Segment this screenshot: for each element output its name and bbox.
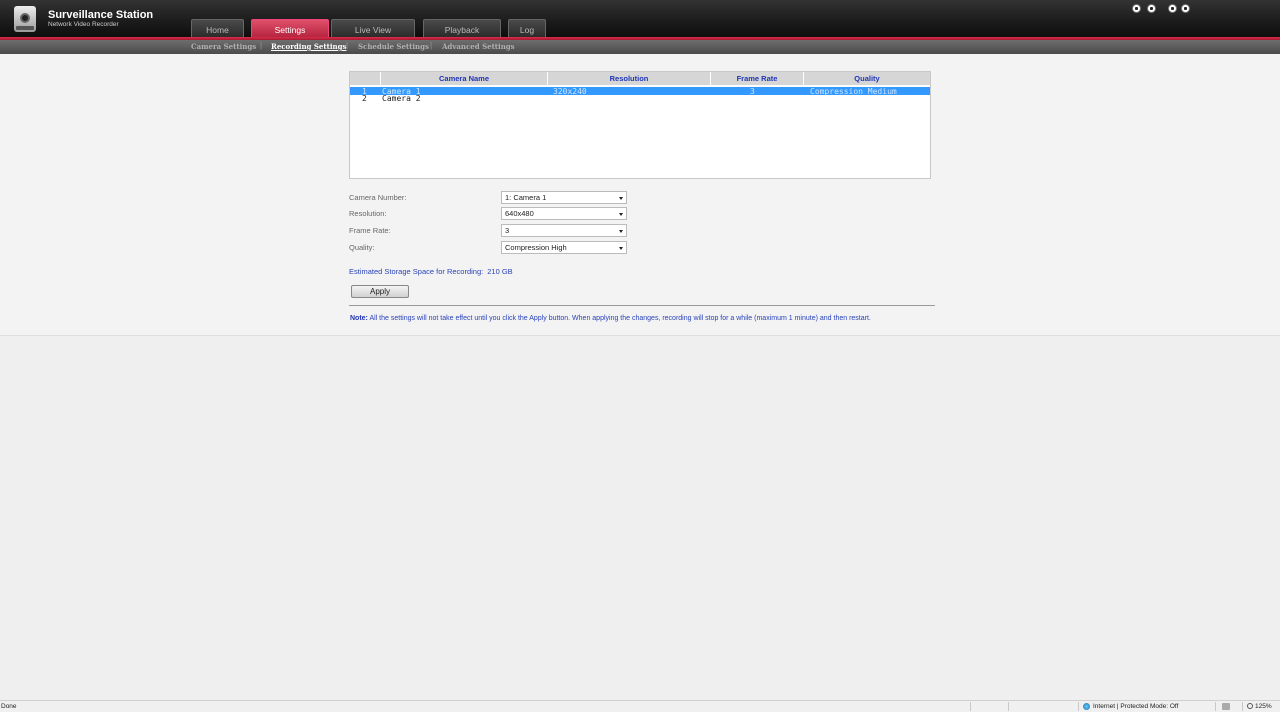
chevron-down-icon: [619, 247, 623, 250]
column-header-resolution: Resolution: [547, 72, 710, 85]
tab-log[interactable]: Log: [508, 19, 546, 38]
chevron-down-icon: [619, 197, 623, 200]
note-body: All the settings will not take effect un…: [369, 315, 871, 322]
frame-rate-select[interactable]: 3: [501, 224, 627, 237]
camera-number-select[interactable]: 1: Camera 1: [501, 191, 627, 204]
table-header: Camera Name Resolution Frame Rate Qualit…: [350, 72, 930, 85]
divider: [349, 305, 935, 306]
settings-subnav: Camera Settings | Recording Settings | S…: [0, 40, 1280, 54]
chevron-down-icon: [619, 213, 623, 216]
row-number: 2: [362, 94, 367, 103]
status-divider: [1242, 702, 1243, 711]
camera-table: Camera Name Resolution Frame Rate Qualit…: [349, 71, 931, 179]
subnav-schedule-settings[interactable]: Schedule Settings: [358, 42, 429, 51]
subnav-advanced-settings[interactable]: Advanced Settings: [442, 42, 515, 51]
help-icon[interactable]: [1168, 4, 1177, 13]
resolution-select[interactable]: 640x480: [501, 207, 627, 220]
zoom-level[interactable]: 125%: [1255, 703, 1272, 710]
status-divider: [970, 702, 971, 711]
table-row[interactable]: 2 Camera 2: [350, 94, 930, 103]
tab-playback[interactable]: Playback: [423, 19, 501, 38]
status-text: Done: [1, 703, 17, 710]
tab-home[interactable]: Home: [191, 19, 244, 38]
quality-select[interactable]: Compression High: [501, 241, 627, 254]
tab-settings[interactable]: Settings: [251, 19, 329, 38]
forward-icon[interactable]: [1181, 4, 1190, 13]
app-subtitle: Network Video Recorder: [48, 21, 119, 28]
globe-icon: [1083, 703, 1090, 710]
subnav-separator: |: [260, 41, 263, 50]
app-title: Surveillance Station: [48, 9, 154, 21]
subnav-camera-settings[interactable]: Camera Settings: [191, 42, 256, 51]
camera-number-label: Camera Number:: [349, 193, 407, 202]
column-header-camera-name: Camera Name: [380, 72, 547, 85]
app-header: Surveillance Station Network Video Recor…: [0, 0, 1280, 38]
storage-value: 210 GB: [487, 267, 513, 276]
status-divider: [1215, 702, 1216, 711]
camera-number-value: 1: Camera 1: [505, 193, 547, 202]
browser-status-bar: Done Internet | Protected Mode: Off 125%: [0, 700, 1280, 712]
home-icon[interactable]: [1132, 4, 1141, 13]
quality-value: Compression High: [505, 243, 567, 252]
subnav-separator: |: [346, 41, 349, 50]
logout-icon[interactable]: [1147, 4, 1156, 13]
row-camera-name: Camera 2: [382, 94, 421, 103]
zone-status: Internet | Protected Mode: Off: [1093, 703, 1179, 710]
security-icon[interactable]: [1222, 703, 1230, 710]
frame-rate-value: 3: [505, 226, 510, 235]
tab-live-view[interactable]: Live View: [331, 19, 415, 38]
resolution-label: Resolution:: [349, 209, 387, 218]
quality-label: Quality:: [349, 243, 375, 252]
storage-label: Estimated Storage Space for Recording:: [349, 267, 484, 276]
subnav-recording-settings[interactable]: Recording Settings: [271, 42, 346, 51]
status-divider: [1008, 702, 1009, 711]
column-header-number: [350, 72, 380, 85]
camera-logo-icon: [14, 6, 36, 32]
chevron-down-icon: [619, 230, 623, 233]
note-text: Note: All the settings will not take eff…: [350, 315, 871, 322]
column-header-frame-rate: Frame Rate: [710, 72, 803, 85]
frame-rate-label: Frame Rate:: [349, 226, 391, 235]
resolution-value: 640x480: [505, 209, 534, 218]
zoom-icon[interactable]: [1247, 703, 1253, 709]
apply-button[interactable]: Apply: [351, 285, 409, 298]
column-header-quality: Quality: [803, 72, 930, 85]
subnav-separator: |: [430, 41, 433, 50]
note-prefix: Note:: [350, 315, 368, 322]
status-divider: [1078, 702, 1079, 711]
storage-estimate: Estimated Storage Space for Recording: 21…: [349, 267, 513, 276]
